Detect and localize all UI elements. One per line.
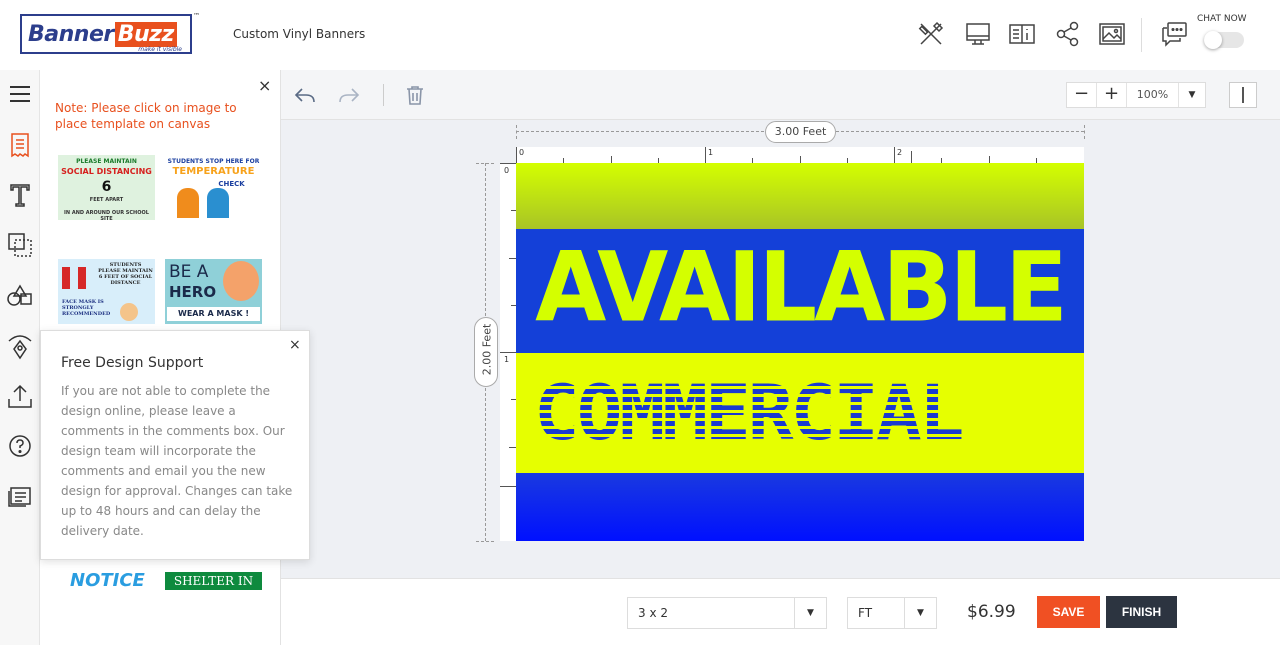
specs-icon[interactable]: [1008, 20, 1036, 48]
banner-design-canvas[interactable]: AVAILABLE COMMERCIAL: [516, 163, 1084, 541]
template-shelter-in[interactable]: SHELTER IN: [165, 572, 262, 590]
ruler-top-label-2: 2: [897, 148, 903, 157]
t4-line1: BE A: [169, 262, 209, 282]
t2-line3: CHECK: [218, 180, 245, 188]
unit-value: FT: [858, 606, 873, 620]
height-label-pill: 2.00 Feet: [474, 317, 498, 387]
unit-dropdown-icon[interactable]: ▼: [904, 598, 936, 628]
t1-line2: SOCIAL DISTANCING: [61, 167, 152, 176]
logo-trademark: ™: [193, 12, 200, 20]
menu-icon[interactable]: [6, 80, 34, 108]
price-display: $6.99: [967, 602, 1016, 622]
template-student-distance[interactable]: STUDENTS PLEASE MAINTAIN 6 FEET OF SOCIA…: [58, 259, 155, 324]
banner-size-select[interactable]: 3 x 2 ▼: [627, 597, 827, 629]
product-title: Custom Vinyl Banners: [233, 27, 366, 41]
t1-line4: IN AND AROUND OUR SCHOOL SITE: [64, 210, 149, 220]
ruler-top-label-1: 1: [708, 148, 714, 157]
ruler-top-label-0: 0: [519, 148, 525, 157]
template-be-a-hero[interactable]: BE A HERO WEAR A MASK !: [165, 259, 262, 324]
template-note: Note: Please click on image to place tem…: [55, 101, 237, 131]
logo-text-banner: Banner: [28, 21, 114, 47]
logo-text-buzz: Buzz: [114, 21, 177, 47]
editor-toolbar: − + 100% ▼: [281, 70, 1280, 120]
chat-now-label: CHAT NOW: [1197, 14, 1247, 24]
redo-icon[interactable]: [337, 83, 361, 107]
image-icon[interactable]: [1098, 20, 1126, 48]
support-title: Free Design Support: [61, 355, 204, 371]
clipart-icon[interactable]: [6, 332, 34, 360]
t3-face: [120, 303, 138, 321]
t1-number: 6: [101, 179, 112, 195]
unit-select[interactable]: FT ▼: [847, 597, 937, 629]
undo-icon[interactable]: [293, 83, 317, 107]
template-temperature-check[interactable]: STUDENTS STOP HERE FOR TEMPERATURE CHECK: [165, 155, 262, 220]
zoom-value[interactable]: 100%: [1127, 83, 1179, 107]
t3-figure-2: [78, 267, 86, 289]
split-view-toggle[interactable]: [1229, 82, 1257, 108]
width-dimension-start: [516, 125, 517, 139]
banner-bottom-band: [516, 473, 1084, 541]
vertical-ruler-ticks: [500, 163, 516, 487]
bannerbuzz-logo[interactable]: Banner Buzz make it visible ™: [20, 12, 200, 54]
zoom-control: − + 100% ▼: [1066, 82, 1206, 108]
save-button[interactable]: SAVE: [1037, 596, 1100, 628]
t2-line2: TEMPERATURE: [172, 166, 255, 177]
banner-text-available[interactable]: AVAILABLE: [516, 239, 1084, 336]
banner-top-band: [516, 163, 1084, 229]
panel-close-button[interactable]: ×: [258, 76, 271, 96]
help-icon[interactable]: [6, 432, 34, 460]
left-tool-rail: [0, 70, 40, 645]
width-label: 3.00 Feet: [765, 121, 836, 143]
size-dropdown-icon[interactable]: ▼: [794, 598, 826, 628]
preview-monitor-icon[interactable]: [964, 20, 992, 48]
t3-figure-1: [62, 267, 70, 289]
chat-now-toggle[interactable]: [1204, 31, 1244, 49]
comments-icon[interactable]: [6, 482, 34, 510]
t2-figure-1: [177, 188, 199, 218]
banner-text-commercial[interactable]: COMMERCIAL: [534, 373, 965, 453]
t3-line2: FACE MASK IS STRONGLY RECOMMENDED: [62, 299, 111, 317]
logo-tagline: make it visible: [138, 46, 182, 53]
background-icon[interactable]: [6, 231, 34, 259]
upload-icon[interactable]: [6, 382, 34, 410]
template-notice[interactable]: NOTICE: [70, 570, 145, 591]
design-tools-icon[interactable]: [917, 20, 945, 48]
t3-line1: STUDENTS PLEASE MAINTAIN 6 FEET OF SOCIA…: [98, 262, 153, 286]
zoom-in-button[interactable]: +: [1097, 83, 1127, 107]
t4-face: [223, 261, 259, 301]
horizontal-ruler-ticks: [516, 147, 1037, 163]
free-design-support-popup: × Free Design Support If you are not abl…: [40, 330, 310, 560]
t4-line2: HERO: [169, 283, 217, 301]
zoom-dropdown-button[interactable]: ▼: [1179, 83, 1205, 107]
app-header: Banner Buzz make it visible ™ Custom Vin…: [0, 0, 1280, 70]
shapes-icon[interactable]: [6, 282, 34, 310]
share-icon[interactable]: [1054, 20, 1082, 48]
vertical-ruler: 0 1: [500, 163, 516, 541]
templates-icon[interactable]: [6, 131, 34, 159]
delete-icon[interactable]: [403, 83, 427, 107]
width-dimension-end: [1084, 125, 1085, 139]
template-social-distancing[interactable]: PLEASE MAINTAIN SOCIAL DISTANCING 6 FEET…: [58, 155, 155, 220]
chat-icon[interactable]: [1160, 20, 1188, 48]
ruler-left-label-1: 1: [504, 355, 510, 364]
canvas-workspace: 3.00 Feet 2.00 Feet 0 1 2 0 1 AVAILABLE …: [281, 120, 1280, 578]
support-close-button[interactable]: ×: [289, 337, 301, 353]
t4-line3: WEAR A MASK !: [167, 307, 260, 321]
t2-line1: STUDENTS STOP HERE FOR: [167, 158, 260, 165]
ruler-left-label-0: 0: [504, 166, 510, 175]
toolbar-separator: [383, 84, 384, 106]
editor-footer: 3 x 2 ▼ FT ▼ $6.99 SAVE FINISH: [281, 578, 1280, 645]
finish-button[interactable]: FINISH: [1106, 596, 1177, 628]
support-body: If you are not able to complete the desi…: [61, 384, 293, 538]
t2-figure-2: [207, 188, 229, 218]
height-label: 2.00 Feet: [480, 323, 494, 376]
zoom-out-button[interactable]: −: [1067, 83, 1097, 107]
t1-line1: PLEASE MAINTAIN: [76, 158, 137, 165]
header-divider: [1141, 18, 1142, 52]
height-dimension-end: [476, 541, 494, 542]
horizontal-ruler: 0 1 2: [516, 147, 1084, 163]
text-icon[interactable]: [6, 181, 34, 209]
t1-line3: FEET APART: [89, 197, 124, 203]
banner-size-value: 3 x 2: [638, 606, 668, 620]
